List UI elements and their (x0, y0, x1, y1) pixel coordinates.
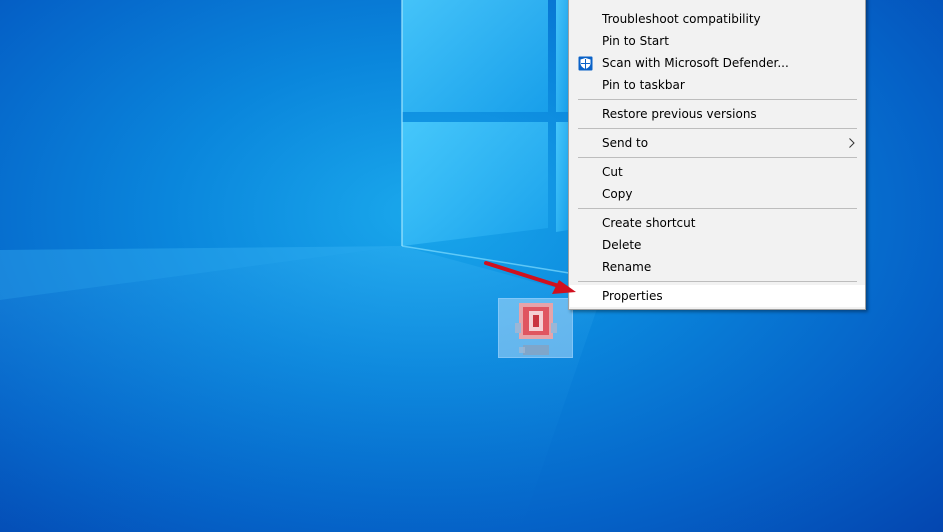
menu-item-label: Create shortcut (602, 216, 696, 230)
menu-item-create-shortcut[interactable]: Create shortcut (570, 212, 865, 234)
selected-file-icon[interactable] (498, 298, 573, 358)
menu-item-label: Pin to Start (602, 34, 669, 48)
menu-item-troubleshoot-compatibility[interactable]: Troubleshoot compatibility (570, 8, 865, 30)
context-menu[interactable]: Troubleshoot compatibility Pin to Start … (568, 0, 866, 310)
menu-separator (578, 208, 857, 209)
menu-item-label: Cut (602, 165, 623, 179)
menu-item-pin-to-taskbar[interactable]: Pin to taskbar (570, 74, 865, 96)
menu-separator (578, 128, 857, 129)
menu-item-label: Restore previous versions (602, 107, 757, 121)
menu-item-scan-defender[interactable]: Scan with Microsoft Defender... (570, 52, 865, 74)
menu-item-copy[interactable]: Copy (570, 183, 865, 205)
defender-shield-icon (578, 56, 593, 71)
menu-separator (578, 99, 857, 100)
menu-item-cut[interactable]: Cut (570, 161, 865, 183)
menu-separator (578, 157, 857, 158)
menu-item-label: Delete (602, 238, 642, 252)
menu-item-label: Troubleshoot compatibility (602, 12, 761, 26)
menu-item-restore-previous-versions[interactable]: Restore previous versions (570, 103, 865, 125)
menu-item-properties[interactable]: Properties (570, 285, 865, 307)
menu-item-label: Rename (602, 260, 652, 274)
desktop[interactable]: Troubleshoot compatibility Pin to Start … (0, 0, 943, 532)
menu-item-label: Scan with Microsoft Defender... (602, 56, 789, 70)
menu-item-label: Properties (602, 289, 663, 303)
menu-item-rename[interactable]: Rename (570, 256, 865, 278)
menu-item-pin-to-start[interactable]: Pin to Start (570, 30, 865, 52)
menu-separator (578, 281, 857, 282)
chevron-right-icon (849, 138, 855, 148)
pixelated-app-icon (515, 303, 557, 355)
menu-item-send-to[interactable]: Send to (570, 132, 865, 154)
menu-item-label: Pin to taskbar (602, 78, 685, 92)
menu-item-label: Send to (602, 136, 649, 150)
menu-item-delete[interactable]: Delete (570, 234, 865, 256)
menu-item-label: Copy (602, 187, 633, 201)
